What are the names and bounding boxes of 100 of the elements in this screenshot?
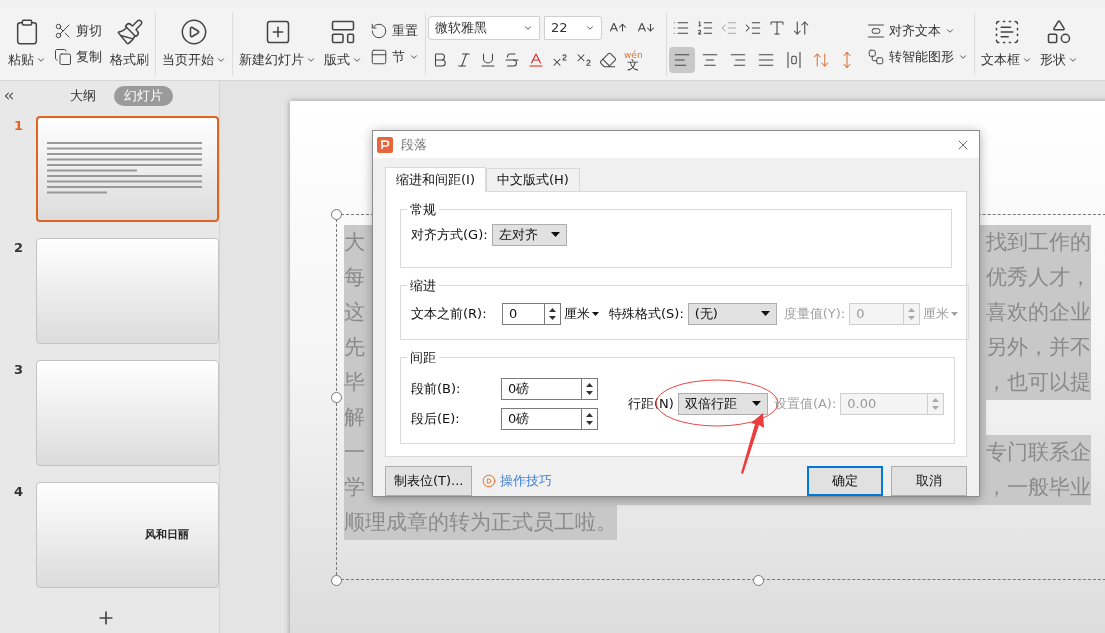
slide-text: ，也可以提 xyxy=(986,365,1091,400)
ok-button[interactable]: 确定 xyxy=(807,466,883,496)
panel-tab[interactable]: 大纲 xyxy=(60,86,106,106)
field-label: 度量值(Y): xyxy=(783,304,846,323)
play-icon xyxy=(180,18,208,47)
caret-icon xyxy=(523,23,533,33)
collapse-icon[interactable] xyxy=(2,89,16,103)
line-spacing-dropdown[interactable]: 双倍行距 xyxy=(677,392,768,415)
caret-icon xyxy=(592,311,599,316)
section-button[interactable]: 节 xyxy=(366,44,423,70)
arrows-icon xyxy=(792,19,810,37)
slide-text: 优秀人才， xyxy=(986,260,1091,295)
distribute-icon xyxy=(785,51,803,69)
align-button[interactable] xyxy=(669,47,695,73)
caret-icon xyxy=(945,26,955,36)
slide-text: 另外，并不 xyxy=(986,330,1091,365)
spin-buttons[interactable] xyxy=(544,302,561,325)
group-title: 间距 xyxy=(409,349,437,367)
spin-buttons[interactable] xyxy=(581,407,598,430)
indent-icon xyxy=(744,19,762,37)
play-icon xyxy=(482,474,497,488)
spin-buttons[interactable] xyxy=(581,377,598,400)
slide-title: 风和日丽 xyxy=(145,526,190,543)
underline-icon xyxy=(479,51,497,69)
slide-number: 4 xyxy=(14,483,25,501)
slide-thumbnail[interactable]: 风和日丽 xyxy=(35,482,219,588)
smart-art-icon xyxy=(867,48,885,66)
align-right-icon xyxy=(729,51,747,69)
unit-dropdown[interactable]: 厘米 xyxy=(564,303,599,324)
font-size-dropdown[interactable]: 22 xyxy=(544,16,602,40)
superscript-icon xyxy=(551,51,569,69)
align-text-icon xyxy=(867,22,885,40)
align-text-button[interactable]: 对齐文本 xyxy=(863,18,972,44)
space-after-field[interactable]: 0磅 xyxy=(501,407,581,430)
caret-icon xyxy=(306,55,316,65)
group-title: 缩进 xyxy=(409,277,437,295)
app-logo-icon xyxy=(377,136,393,153)
field-label: 特殊格式(S): xyxy=(609,304,684,323)
cut-button[interactable]: 剪切 xyxy=(50,18,106,44)
align-left-icon xyxy=(673,51,691,69)
slide-number: 3 xyxy=(14,361,25,379)
layout-button[interactable]: 版式 xyxy=(320,11,366,77)
field-label: 段前(B): xyxy=(411,379,462,398)
eraser-icon xyxy=(599,51,617,69)
resize-handle[interactable] xyxy=(331,392,342,403)
slide-text: 顺理成章的转为正式员工啦。 xyxy=(344,505,617,540)
resize-handle[interactable] xyxy=(331,209,342,220)
strikethrough-icon xyxy=(503,51,521,69)
copy-button[interactable]: 复制 xyxy=(50,44,106,70)
subscript-icon xyxy=(575,51,593,69)
tips-link[interactable]: 操作技巧 xyxy=(482,471,553,491)
dialog-tab[interactable]: 缩进和间距(I) xyxy=(385,167,486,192)
font-color-icon xyxy=(527,51,545,69)
indent-before-field[interactable]: 0 xyxy=(502,302,544,325)
paintbrush-icon xyxy=(115,18,144,47)
slide-number: 2 xyxy=(14,239,25,257)
slide-thumbnail[interactable] xyxy=(35,116,219,222)
tabs-button[interactable]: 制表位(T)... xyxy=(385,466,473,496)
slide-text: 找到工作的 xyxy=(986,225,1091,260)
align-center-icon xyxy=(701,51,719,69)
space-before-field[interactable]: 0磅 xyxy=(501,377,581,400)
shape-button[interactable]: 形状 xyxy=(1036,11,1082,77)
new-slide-button[interactable]: 新建幻灯片 xyxy=(235,11,320,77)
format-painter-button[interactable]: 格式刷 xyxy=(106,11,153,77)
resize-handle[interactable] xyxy=(331,575,342,586)
line-spacing-icon xyxy=(812,51,830,69)
caret-icon xyxy=(216,55,226,65)
alignment-dropdown[interactable]: 左对齐 xyxy=(491,223,567,246)
dialog-title: 段落 xyxy=(401,135,427,154)
field-label: 段后(E): xyxy=(411,409,461,428)
section-icon xyxy=(370,48,388,66)
resize-handle[interactable] xyxy=(753,575,764,586)
caret-icon xyxy=(585,23,595,33)
caret-icon xyxy=(352,55,362,65)
align-justify-icon xyxy=(757,51,775,69)
cancel-button[interactable]: 取消 xyxy=(891,466,967,496)
reset-button[interactable]: 重置 xyxy=(366,18,423,44)
dialog-tab[interactable]: 中文版式(H) xyxy=(486,168,580,191)
text-direction-icon xyxy=(768,19,786,37)
textbox-button[interactable]: 文本框 xyxy=(977,11,1036,77)
play-button[interactable]: 当页开始 xyxy=(158,11,230,77)
smart-art-button[interactable]: 转智能图形 xyxy=(863,44,972,70)
numbered-list-icon xyxy=(696,19,714,37)
field-label: 文本之前(R): xyxy=(411,304,488,323)
font-name-dropdown[interactable]: 微软雅黑 xyxy=(428,16,540,40)
slide-thumbnail[interactable] xyxy=(35,238,219,344)
caret-icon xyxy=(36,55,46,65)
slide-text: 喜欢的企业 xyxy=(986,295,1091,330)
slide-thumbnail[interactable] xyxy=(35,360,219,466)
caret-icon xyxy=(550,232,560,237)
paste-button[interactable]: 粘贴 xyxy=(4,11,50,77)
slide-number: 1 xyxy=(14,117,25,135)
slide-text: ，一般毕业 xyxy=(986,470,1091,505)
phonetic-button[interactable]: wén 文 xyxy=(620,47,647,73)
slide-text: 专门联系企 xyxy=(986,435,1091,470)
caret-icon xyxy=(409,52,419,62)
scissors-icon xyxy=(54,22,72,40)
italic-icon xyxy=(455,51,473,69)
special-format-dropdown[interactable]: (无) xyxy=(687,302,777,325)
field-label: 行距(N) xyxy=(628,394,674,413)
